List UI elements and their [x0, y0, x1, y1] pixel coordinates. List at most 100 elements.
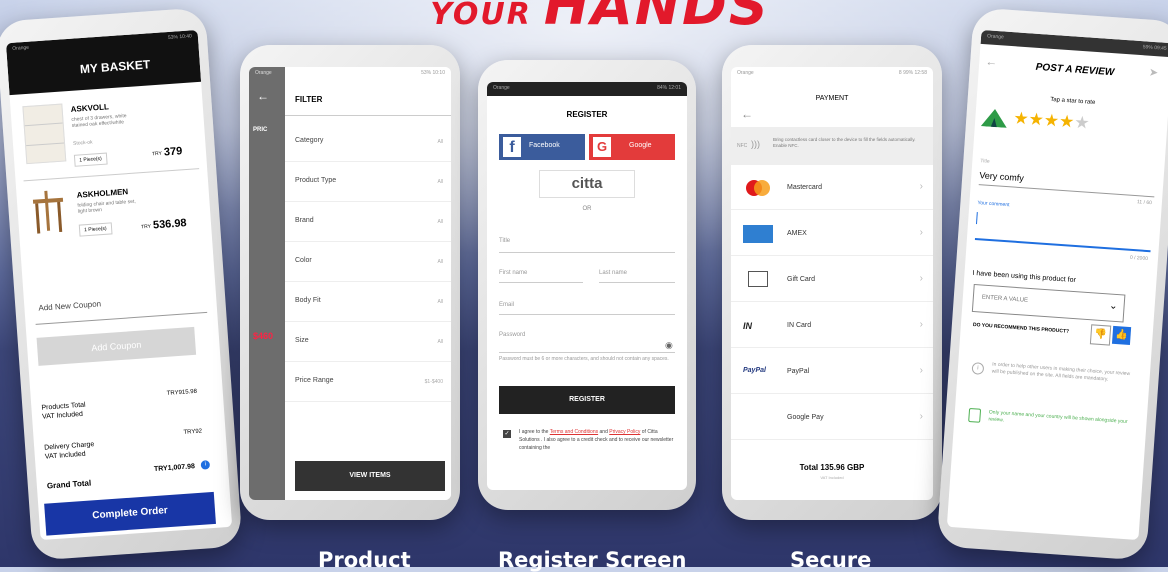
title-field[interactable]: Title — [499, 238, 510, 244]
send-icon[interactable]: ➤ — [1149, 66, 1159, 80]
gift-card-icon — [743, 271, 768, 287]
bg-text: PRIC — [253, 127, 268, 133]
item-desc: folding chair and table set, light brown — [77, 198, 136, 215]
item-qty[interactable]: 1 Piece(s) — [73, 152, 108, 167]
password-field[interactable]: Password — [499, 332, 525, 338]
citta-logo: citta — [539, 170, 635, 198]
amex-icon — [743, 225, 773, 243]
privacy-text: Only your name and your country will be … — [988, 409, 1128, 426]
phone-filter: Orange ← PRIC $460 53% 10:10 FILTER Cate… — [240, 45, 460, 520]
filter-row-value: $1-$400 — [424, 379, 443, 385]
filter-row-value: All — [437, 299, 443, 305]
chevron-right-icon: › — [919, 181, 923, 192]
eye-icon[interactable]: ◉ — [665, 340, 673, 351]
add-coupon-button[interactable]: Add Coupon — [36, 326, 197, 366]
item-currency: TRY — [140, 223, 152, 231]
star-icon[interactable]: ★ — [1074, 113, 1091, 133]
grand-total-value: TRY1,007.98 — [153, 463, 196, 474]
chevron-right-icon: › — [919, 411, 923, 422]
complete-order-button[interactable]: Complete Order — [44, 491, 216, 536]
terms-link[interactable]: Terms and Conditions — [550, 429, 598, 435]
email-field[interactable]: Email — [499, 302, 514, 308]
chevron-right-icon: › — [919, 273, 923, 284]
thumbs-up-icon[interactable]: 👍 — [1111, 325, 1132, 346]
info-icon: i — [971, 362, 985, 375]
payment-total: Total 135.96 GBP — [799, 463, 865, 472]
google-icon: G — [593, 137, 611, 157]
delivery-label: Delivery Charge VAT Included — [44, 441, 95, 461]
item-name: ASKVOLL — [70, 102, 110, 114]
grand-total-label: Grand Total — [46, 478, 92, 491]
payment-method-label: Mastercard — [787, 184, 823, 191]
payment-total-sub: VAT Included — [820, 475, 844, 480]
item-qty[interactable]: 1 Piece(s) — [78, 222, 113, 237]
delivery-value: TRY92 — [183, 428, 203, 436]
register-button[interactable]: REGISTER — [499, 386, 675, 414]
title-count: 11 / 60 — [1136, 199, 1153, 207]
item-price: 379 — [163, 145, 183, 159]
caption-product: Product — [318, 548, 411, 572]
duration-label: I have been using this product for — [972, 269, 1077, 285]
star-icon[interactable]: ★ — [1058, 112, 1075, 132]
paypal-icon: PayPal — [743, 367, 766, 374]
comment-count: 0 / 2000 — [1129, 254, 1149, 263]
background-page-overlay: Orange ← PRIC $460 — [249, 67, 285, 500]
title-input[interactable]: Very comfy — [979, 170, 1024, 183]
info-text: In order to help other users in making t… — [991, 361, 1131, 383]
chair-image — [28, 189, 69, 238]
filter-row-label: Category — [295, 137, 324, 144]
nfc-icon: ))) — [751, 139, 760, 149]
filter-row-label: Price Range — [295, 377, 334, 384]
google-button[interactable]: G Google — [589, 134, 675, 160]
in-card-icon: IN — [743, 321, 752, 331]
filter-row-label: Brand — [295, 217, 314, 224]
thumbs-down-icon[interactable]: 👎 — [1089, 324, 1112, 346]
info-icon[interactable]: i — [200, 460, 211, 470]
payment-method-label: Google Pay — [787, 414, 824, 421]
recommend-question: DO YOU RECOMMEND THIS PRODUCT? — [972, 322, 1070, 335]
filter-row-label: Size — [295, 337, 309, 344]
shield-icon — [968, 407, 982, 423]
password-hint: Password must be 6 or more characters, a… — [499, 356, 669, 362]
filter-row-value: All — [437, 259, 443, 265]
comment-label: Your comment — [977, 200, 1010, 209]
back-arrow-icon[interactable]: ← — [257, 89, 269, 103]
nfc-banner[interactable]: NFC ))) Bring contactless card closer to… — [731, 127, 933, 165]
bg-price: $460 — [253, 331, 274, 341]
chevron-right-icon: › — [919, 227, 923, 238]
terms-checkbox[interactable]: ✓ — [503, 430, 511, 438]
basket-title: MY BASKET — [79, 57, 151, 77]
last-name-field[interactable]: Last name — [599, 270, 627, 276]
payment-method-label: IN Card — [787, 322, 812, 329]
filter-panel: 53% 10:10 FILTER Category All Product Ty… — [285, 67, 451, 500]
register-title: REGISTER — [566, 110, 608, 119]
payment-method-label: AMEX — [787, 230, 807, 237]
filter-row-label: Color — [295, 257, 312, 264]
filter-title: FILTER — [295, 95, 323, 104]
text-cursor — [975, 212, 978, 225]
item-name: ASKHOLMEN — [76, 187, 129, 200]
privacy-link[interactable]: Privacy Policy — [609, 429, 640, 435]
first-name-field[interactable]: First name — [499, 270, 527, 276]
chevron-right-icon: › — [919, 319, 923, 330]
facebook-button[interactable]: f Facebook — [499, 134, 585, 160]
products-total-label: Products Total VAT Included — [41, 401, 86, 421]
review-title: POST A REVIEW — [1035, 61, 1115, 79]
star-rating[interactable]: ★★★★★ — [1013, 108, 1090, 133]
item-stock: Stock-ok — [72, 139, 93, 147]
payment-title: PAYMENT — [815, 95, 849, 102]
duration-select[interactable]: ENTER A VALUE ⌄ — [971, 283, 1126, 323]
phone-review: Orange 59% 09:45 ← POST A REVIEW ➤ Tap a … — [936, 7, 1168, 561]
tent-icon — [980, 108, 1008, 128]
coupon-input[interactable]: Add New Coupon — [38, 299, 101, 312]
star-icon[interactable]: ★ — [1043, 111, 1060, 131]
item-currency: TRY — [151, 150, 163, 158]
phone-payment: Orange 8 99% 12:58 PAYMENT ← NFC ))) Brin… — [722, 45, 942, 520]
star-icon[interactable]: ★ — [1013, 108, 1030, 128]
drawer-image — [22, 103, 67, 165]
view-items-button[interactable]: VIEW ITEMS — [295, 461, 445, 491]
star-icon[interactable]: ★ — [1028, 109, 1045, 129]
back-arrow-icon[interactable]: ← — [741, 107, 753, 121]
item-desc: chest of 3 drawers, white stained oak ef… — [71, 113, 127, 129]
terms-text: I agree to the Terms and Conditions and … — [519, 429, 674, 451]
